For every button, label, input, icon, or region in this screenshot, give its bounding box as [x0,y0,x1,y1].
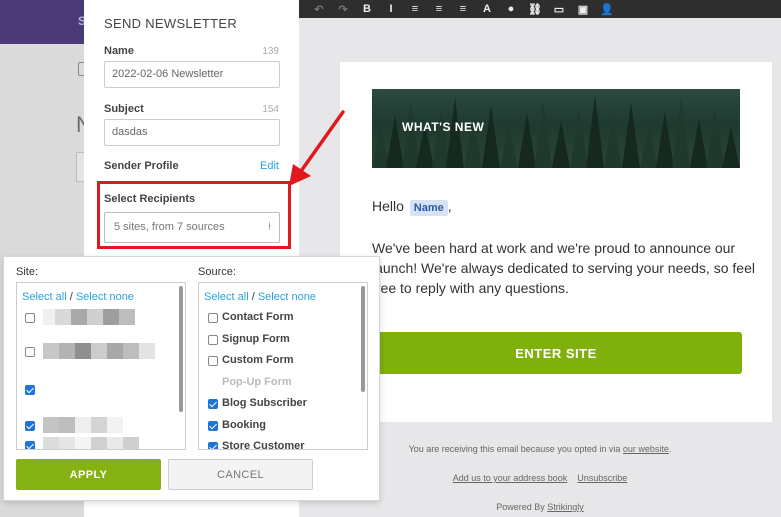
site-select-links: Select all / Select none [22,291,134,303]
site-select-none[interactable]: Select none [76,291,134,303]
align-right-icon[interactable]: ≡ [451,0,475,18]
bold-icon[interactable]: B [355,0,379,18]
tree-shape [622,103,640,168]
source-label: Blog Subscriber [222,397,307,409]
site-name-redacted [43,343,155,359]
tree-shape [552,121,570,168]
link-icon[interactable]: ⛓ [523,0,547,18]
subject-label: Subject [104,103,144,115]
tree-shape [534,100,552,168]
editor-toolbar: ↶ ↷ B I ≡ ≡ ≡ A ● ⛓ ▭ ▣ 👤 [299,0,781,18]
site-separator: / [69,291,73,303]
source-select-all[interactable]: Select all [204,291,249,303]
source-checkbox[interactable] [208,356,218,366]
source-scrollbar[interactable] [361,286,365,392]
recipients-dropdown: Site: Source: Select all / Select none S… [3,256,380,501]
name-label: Name [104,45,134,57]
source-checkbox[interactable] [208,442,218,449]
source-label: Booking [222,418,266,431]
image-icon[interactable]: ▣ [571,0,595,18]
site-name-redacted [43,309,135,325]
select-recipients-label: Select Recipients [104,193,196,205]
banner-title: WHAT'S NEW [402,120,485,134]
tree-shape [604,116,622,168]
footer-period: . [668,444,672,454]
text-style-icon[interactable]: A [475,0,499,18]
tree-shape [482,105,500,168]
name-merge-tag[interactable]: Name [409,200,448,216]
source-select-links: Select all / Select none [204,291,316,303]
caret-icon: ⍿ [268,221,271,233]
color-dot-icon[interactable]: ● [499,0,523,18]
source-checkbox[interactable] [208,420,218,431]
subject-char-count: 154 [262,104,279,115]
cancel-button[interactable]: CANCEL [168,459,313,490]
greeting-text: Hello [372,198,404,214]
site-checkbox[interactable] [25,441,35,449]
tree-shape [500,126,518,168]
subject-input[interactable]: dasdas [104,119,280,146]
align-center-icon[interactable]: ≡ [427,0,451,18]
tree-shape [722,127,740,168]
powered-by-text: Powered By [496,502,545,512]
site-scrollbar[interactable] [179,286,183,412]
name-input[interactable]: 2022-02-06 Newsletter [104,61,280,88]
banner-image: WHAT'S NEW [372,89,740,168]
name-char-count: 139 [262,46,279,57]
powered-by: Powered By Strikingly [299,502,781,512]
source-label: Pop-Up Form [222,375,292,388]
top-nav-bar: S [0,0,86,44]
site-name-redacted [43,437,139,449]
tree-shape [672,98,690,168]
our-website-link[interactable]: our website [623,444,669,454]
site-name-redacted [43,417,123,433]
unsubscribe-link[interactable]: Unsubscribe [577,473,627,483]
enter-site-button[interactable]: ENTER SITE [370,332,742,374]
greeting: Hello Name, [372,198,452,216]
address-book-link[interactable]: Add us to your address book [453,473,568,483]
source-label: Store Customer [222,440,305,450]
greeting-comma: , [447,198,452,214]
source-label: Signup Form [222,332,290,345]
undo-icon[interactable]: ↶ [307,0,331,18]
site-checkbox[interactable] [25,313,35,323]
source-separator: / [251,291,255,303]
site-label: Site: [16,266,39,278]
tree-shape [586,95,604,168]
person-icon[interactable]: 👤 [595,0,619,18]
source-checkbox[interactable] [208,334,218,345]
recipients-value: 5 sites, from 7 sources [114,221,225,233]
apply-button[interactable]: APPLY [16,459,161,490]
site-checkbox[interactable] [25,385,35,395]
align-left-icon[interactable]: ≡ [403,0,427,18]
strikingly-link[interactable]: Strikingly [547,502,584,512]
button-icon[interactable]: ▭ [547,0,571,18]
panel-title: SEND NEWSLETTER [104,16,238,31]
sender-edit-link[interactable]: Edit [260,160,279,172]
site-list[interactable]: Select all / Select none [16,282,186,450]
sender-profile-label: Sender Profile [104,160,179,172]
source-label: Source: [198,266,236,278]
source-label: Custom Form [222,354,294,366]
source-list[interactable]: Select all / Select none Contact Form Sig… [198,282,368,450]
email-body-text: We've been hard at work and we're proud … [372,240,755,296]
redo-icon[interactable]: ↷ [331,0,355,18]
footer-text: You are receiving this email because you… [408,444,621,454]
source-checkbox[interactable] [208,399,218,409]
recipients-select[interactable]: 5 sites, from 7 sources ⍿ [104,212,280,243]
site-checkbox[interactable] [25,421,35,431]
source-label: Contact Form [222,311,294,323]
red-arrow-annotation [289,110,345,186]
source-select-none[interactable]: Select none [258,291,316,303]
source-checkbox[interactable] [208,313,218,323]
site-checkbox[interactable] [25,347,35,357]
site-select-all[interactable]: Select all [22,291,67,303]
email-card: WHAT'S NEW Hello Name, We've been hard a… [340,62,772,422]
italic-icon[interactable]: I [379,0,403,18]
